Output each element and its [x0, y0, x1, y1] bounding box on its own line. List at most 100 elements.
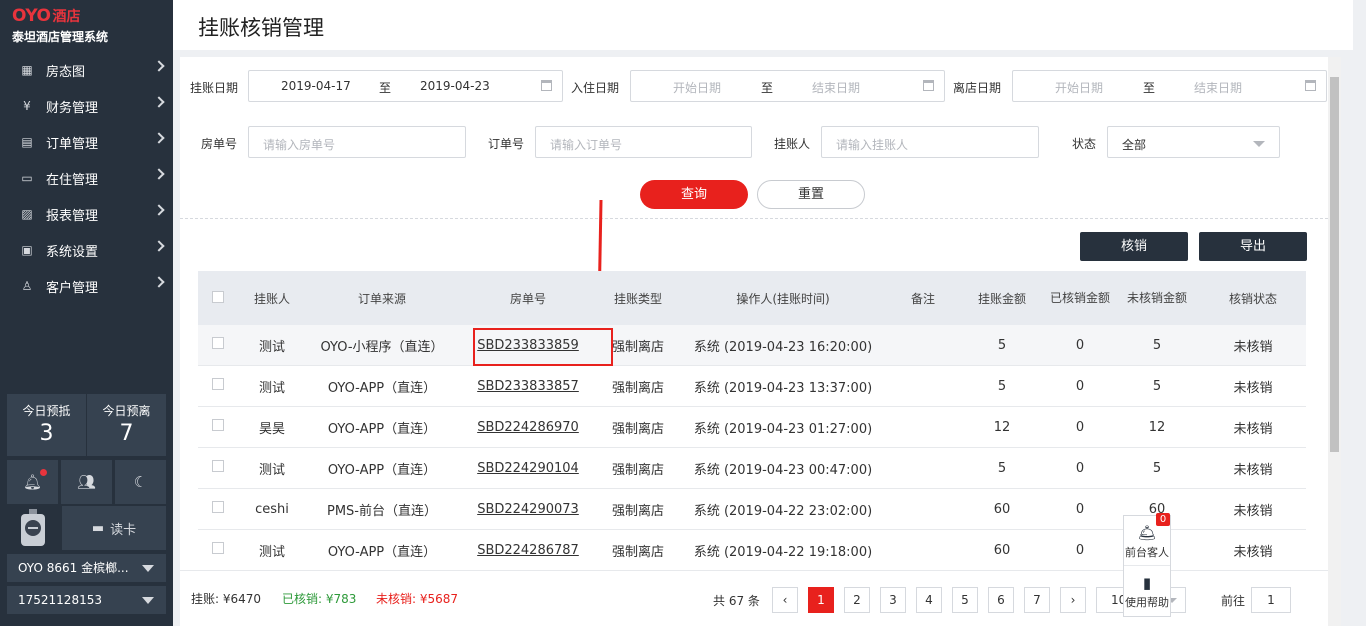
table-row[interactable]: 测试 OYO-APP（直连） SBD224290104 强制离店 系统 (201… — [198, 448, 1306, 489]
row-checkbox[interactable] — [212, 460, 224, 472]
page-button-5[interactable]: 5 — [952, 587, 978, 613]
page-button-6[interactable]: 6 — [988, 587, 1014, 613]
sidebar-item-finance[interactable]: ¥ 财务管理 — [0, 88, 173, 124]
scrollbar[interactable] — [1328, 57, 1341, 626]
sidebar-item-orders[interactable]: ▤ 订单管理 — [0, 124, 173, 160]
sidebar-item-in-house[interactable]: ▭ 在住管理 — [0, 160, 173, 196]
card-icon: ▬ — [91, 520, 105, 536]
night-audit-button[interactable]: ☾ — [115, 460, 166, 504]
query-button[interactable]: 查询 — [640, 180, 748, 209]
contacts-button[interactable]: 👥︎ — [61, 460, 112, 504]
checkin-start-placeholder[interactable]: 开始日期 — [673, 79, 721, 96]
divider — [180, 218, 1328, 219]
sidebar-item-label: 报表管理 — [46, 208, 99, 224]
reset-button[interactable]: 重置 — [757, 180, 865, 209]
row-checkbox[interactable] — [212, 501, 224, 513]
cell-written-amount: 0 — [1075, 378, 1085, 394]
room-no-input[interactable]: 请输入房单号 — [248, 126, 466, 158]
status-select[interactable]: 全部 — [1107, 126, 1280, 158]
order-no-placeholder: 请输入订单号 — [550, 138, 623, 152]
page-button-1[interactable]: 1 — [808, 587, 834, 613]
cell-charger: 测试 — [258, 544, 285, 560]
checkout-start-placeholder[interactable]: 开始日期 — [1055, 79, 1103, 96]
room-no-link[interactable]: SBD224290073 — [477, 502, 579, 517]
cell-writeoff-status: 未核销 — [1233, 503, 1273, 519]
writeoff-button[interactable]: 核销 — [1080, 232, 1188, 261]
charge-date-end[interactable]: 2019-04-23 — [420, 79, 490, 93]
front-guest-badge: 0 — [1156, 513, 1170, 526]
range-separator: 至 — [761, 81, 774, 95]
logo: OYO 酒店 泰坦酒店管理系统 — [0, 0, 173, 48]
room-no-link[interactable]: SBD224286970 — [477, 420, 579, 435]
charger-input[interactable]: 请输入挂账人 — [821, 126, 1039, 158]
goto-page-input[interactable]: 1 — [1251, 587, 1291, 613]
total-unwritten: 未核销: ¥5687 — [376, 592, 459, 606]
front-guest-button[interactable]: 0 🛎︎ 前台客人 — [1124, 513, 1170, 566]
sidebar-item-label: 在住管理 — [46, 172, 99, 188]
room-no-link[interactable]: SBD233833857 — [477, 379, 579, 394]
cell-charge-type: 强制离店 — [611, 380, 664, 396]
cell-charger: 测试 — [258, 339, 285, 355]
charge-date-range[interactable]: 2019-04-17 至 2019-04-23 — [248, 70, 563, 102]
checkin-date-range[interactable]: 开始日期 至 结束日期 — [630, 70, 945, 102]
floating-help-panel: 0 🛎︎ 前台客人 ▮ 使用帮助 — [1123, 513, 1171, 617]
cell-charge-type: 强制离店 — [611, 421, 664, 437]
stat-arrivals[interactable]: 今日预抵 3 — [7, 394, 86, 456]
stat-departures[interactable]: 今日预离 7 — [86, 394, 166, 456]
cell-charge-amount: 60 — [993, 501, 1011, 517]
notification-button[interactable]: 🔔︎ — [7, 460, 58, 504]
sidebar-item-room-status[interactable]: ▦ 房态图 — [0, 52, 173, 88]
sidebar-item-reports[interactable]: ▨ 报表管理 — [0, 196, 173, 232]
main-area: 挂账核销管理 挂账日期 2019-04-17 至 2019-04-23 入住日期… — [173, 0, 1366, 626]
prev-page-button[interactable]: ‹ — [772, 587, 798, 613]
next-page-button[interactable]: › — [1060, 587, 1086, 613]
col-order-source: 订单来源 — [357, 291, 406, 306]
help-button[interactable]: ▮ 使用帮助 — [1124, 566, 1170, 616]
export-button[interactable]: 导出 — [1199, 232, 1307, 261]
page-button-7[interactable]: 7 — [1024, 587, 1050, 613]
currency-icon: ¥ — [23, 99, 31, 113]
bell-icon: 🔔︎ — [22, 473, 43, 491]
charge-date-start[interactable]: 2019-04-17 — [281, 79, 351, 93]
cell-writeoff-status: 未核销 — [1233, 544, 1273, 560]
account-select[interactable]: 17521128153 — [7, 586, 166, 614]
cell-operator: 系统 (2019-04-23 16:20:00) — [693, 339, 873, 355]
room-no-link[interactable]: SBD224286787 — [477, 543, 579, 558]
table-row[interactable]: 昊昊 OYO-APP（直连） SBD224286970 强制离店 系统 (201… — [198, 407, 1306, 448]
chevron-down-icon — [1253, 141, 1265, 147]
chevron-right-icon: › — [1070, 593, 1076, 607]
select-all-checkbox[interactable] — [212, 290, 224, 303]
goto-label: 前往 — [1221, 594, 1246, 608]
checkout-date-range[interactable]: 开始日期 至 结束日期 — [1012, 70, 1327, 102]
charge-date-label: 挂账日期 — [190, 81, 239, 95]
page-button-3[interactable]: 3 — [880, 587, 906, 613]
cell-unwritten-amount: 5 — [1152, 378, 1162, 394]
room-no-link[interactable]: SBD233833859 — [477, 338, 579, 353]
quick-actions: 🔔︎ 👥︎ ☾ — [7, 460, 166, 504]
table-row[interactable]: 测试 OYO-APP（直连） SBD233833857 强制离店 系统 (201… — [198, 366, 1306, 407]
sidebar-item-label: 财务管理 — [46, 100, 99, 116]
book-icon: ▮ — [1142, 574, 1152, 592]
hotel-select[interactable]: OYO 8661 金槟榔... — [7, 554, 166, 582]
checkout-end-placeholder[interactable]: 结束日期 — [1194, 79, 1242, 96]
calendar-icon — [1305, 80, 1316, 91]
col-room-no: 房单号 — [509, 291, 546, 306]
row-checkbox[interactable] — [212, 542, 224, 554]
card-reader-icon — [7, 506, 59, 550]
scrollbar-thumb[interactable] — [1330, 77, 1339, 452]
moon-icon: ☾ — [133, 473, 148, 491]
room-no-link[interactable]: SBD224290104 — [477, 461, 579, 476]
cell-charge-amount: 5 — [997, 460, 1007, 476]
table-row[interactable]: 测试 OYO-小程序（直连） SBD233833859 强制离店 系统 (201… — [198, 325, 1306, 366]
row-checkbox[interactable] — [212, 337, 224, 349]
row-checkbox[interactable] — [212, 419, 224, 431]
sidebar-item-settings[interactable]: ▣ 系统设置 — [0, 232, 173, 268]
page-button-4[interactable]: 4 — [916, 587, 942, 613]
page-button-2[interactable]: 2 — [844, 587, 870, 613]
range-separator: 至 — [1143, 81, 1156, 95]
read-card-button[interactable]: ▬ 读卡 — [62, 506, 166, 550]
order-no-input[interactable]: 请输入订单号 — [535, 126, 752, 158]
sidebar-item-customers[interactable]: ♙ 客户管理 — [0, 268, 173, 304]
row-checkbox[interactable] — [212, 378, 224, 390]
checkin-end-placeholder[interactable]: 结束日期 — [812, 79, 860, 96]
